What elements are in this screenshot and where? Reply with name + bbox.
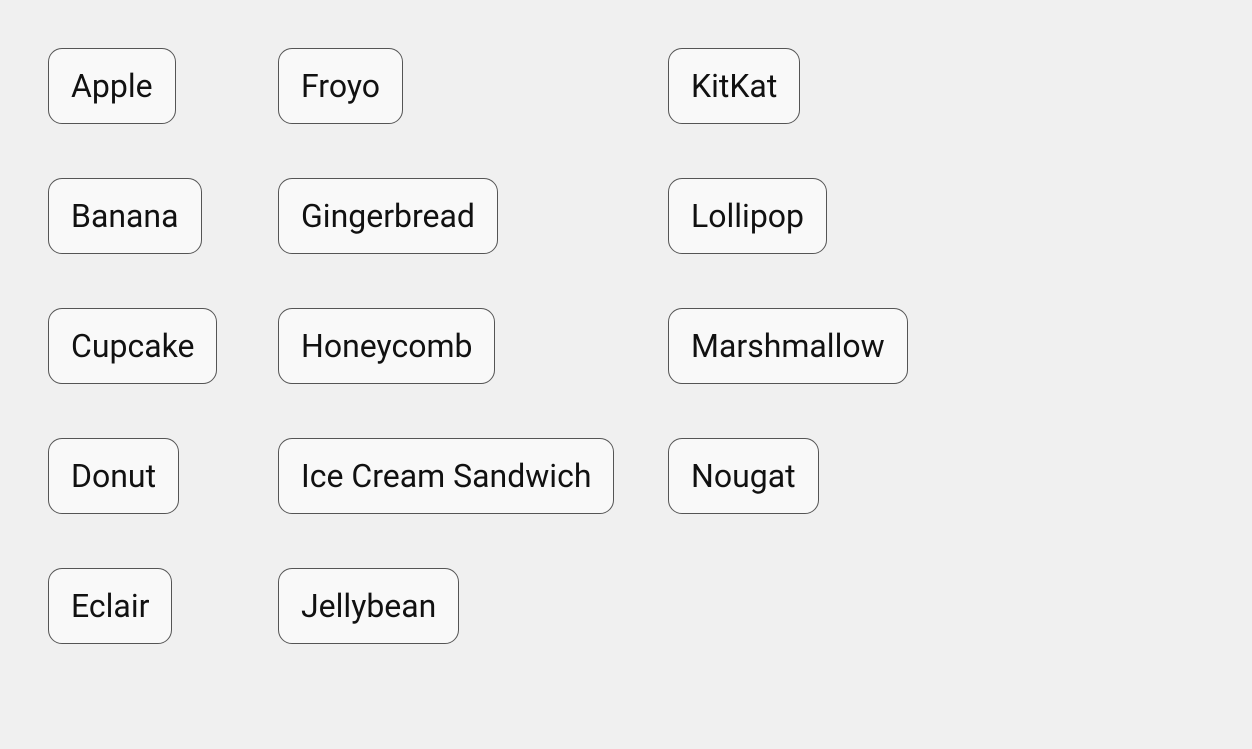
spacer-r3 xyxy=(570,290,650,420)
chip-jellybean[interactable]: Jellybean xyxy=(278,568,459,644)
chip-apple[interactable]: Apple xyxy=(48,48,176,124)
chip-froyo[interactable]: Froyo xyxy=(278,48,403,124)
spacer-r5-col4 xyxy=(650,550,990,680)
chip-marshmallow[interactable]: Marshmallow xyxy=(668,308,908,384)
spacer-r2 xyxy=(570,160,650,290)
chip-donut[interactable]: Donut xyxy=(48,438,179,514)
chip-banana[interactable]: Banana xyxy=(48,178,202,254)
chip-gingerbread[interactable]: Gingerbread xyxy=(278,178,498,254)
chip-cupcake[interactable]: Cupcake xyxy=(48,308,217,384)
spacer-r4 xyxy=(570,420,650,550)
spacer-r1 xyxy=(570,30,650,160)
chip-kitkat[interactable]: KitKat xyxy=(668,48,800,124)
spacer-r5 xyxy=(570,550,650,680)
chip-lollipop[interactable]: Lollipop xyxy=(668,178,827,254)
main-grid: Apple Froyo KitKat Banana Gingerbread Lo… xyxy=(0,0,1252,710)
chip-ice-cream-sandwich[interactable]: Ice Cream Sandwich xyxy=(278,438,614,514)
chip-nougat[interactable]: Nougat xyxy=(668,438,819,514)
chip-eclair[interactable]: Eclair xyxy=(48,568,172,644)
chip-honeycomb[interactable]: Honeycomb xyxy=(278,308,495,384)
